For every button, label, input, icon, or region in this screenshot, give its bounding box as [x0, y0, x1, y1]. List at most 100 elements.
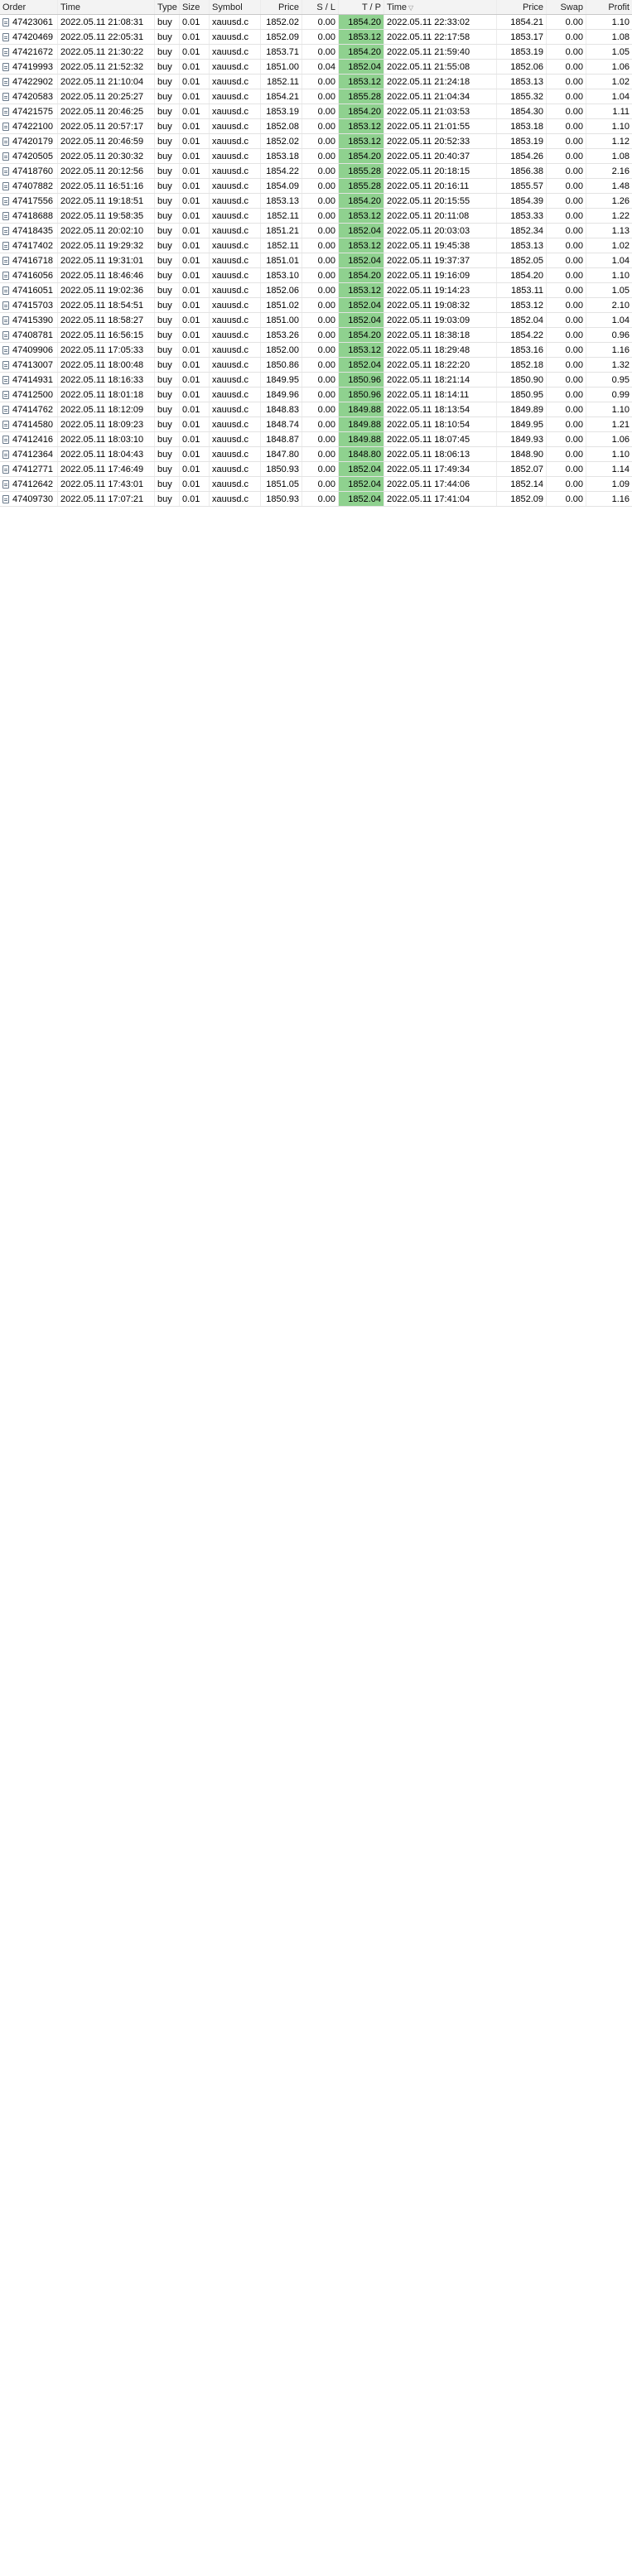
price-cell: 1850.93 [261, 462, 302, 476]
order-cell-value: 47413007 [12, 359, 53, 370]
table-row[interactable]: 47418688 2022.05.11 19:58:35 buy 0.01 xauusd… [0, 209, 632, 224]
close-time-cell: 2022.05.11 20:15:55 [384, 194, 497, 208]
table-row[interactable]: 47412771 2022.05.11 17:46:49 buy 0.01 xauusd… [0, 462, 632, 477]
swap-cell: 0.00 [547, 417, 586, 431]
column-header-close-price[interactable]: Price [497, 0, 547, 14]
table-row[interactable]: 47420179 2022.05.11 20:46:59 buy 0.01 xauusd… [0, 134, 632, 149]
column-header-type[interactable]: Type [155, 0, 180, 14]
close-price-cell: 1850.90 [497, 373, 547, 387]
table-row[interactable]: 47421672 2022.05.11 21:30:22 buy 0.01 xauusd… [0, 45, 632, 60]
open-time-cell: 2022.05.11 19:29:32 [58, 238, 155, 253]
table-row[interactable]: 47414931 2022.05.11 18:16:33 buy 0.01 xauusd… [0, 373, 632, 388]
open-time-cell-value: 2022.05.11 18:16:33 [60, 375, 144, 385]
swap-cell-value: 0.00 [565, 226, 583, 236]
table-row[interactable]: 47416718 2022.05.11 19:31:01 buy 0.01 xauusd… [0, 253, 632, 268]
table-row[interactable]: 47419993 2022.05.11 21:52:32 buy 0.01 xauusd… [0, 60, 632, 75]
sl-cell: 0.00 [302, 328, 339, 342]
size-cell-value: 0.01 [182, 286, 200, 296]
table-row[interactable]: 47422902 2022.05.11 21:10:04 buy 0.01 xauusd… [0, 75, 632, 89]
table-row[interactable]: 47415390 2022.05.11 18:58:27 buy 0.01 xauusd… [0, 313, 632, 328]
column-header-price[interactable]: Price [261, 0, 302, 14]
type-cell: buy [155, 492, 180, 506]
table-row[interactable]: 47412416 2022.05.11 18:03:10 buy 0.01 xauusd… [0, 432, 632, 447]
tp-cell-value: 1852.04 [348, 315, 381, 325]
column-header-size[interactable]: Size [180, 0, 210, 14]
size-cell: 0.01 [180, 313, 210, 327]
close-price-cell: 1854.22 [497, 328, 547, 342]
column-header-symbol[interactable]: Symbol [210, 0, 261, 14]
symbol-cell: xauusd.c [210, 432, 261, 446]
order-cell-value: 47415390 [12, 315, 53, 325]
column-header-profit[interactable]: Profit [586, 0, 632, 14]
column-header-tp[interactable]: T / P [339, 0, 384, 14]
table-row[interactable]: 47414580 2022.05.11 18:09:23 buy 0.01 xauusd… [0, 417, 632, 432]
table-row[interactable]: 47416051 2022.05.11 19:02:36 buy 0.01 xauusd… [0, 283, 632, 298]
table-row[interactable]: 47418435 2022.05.11 20:02:10 buy 0.01 xauusd… [0, 224, 632, 238]
order-cell-value: 47417556 [12, 195, 53, 206]
size-cell: 0.01 [180, 104, 210, 118]
profit-cell: 1.14 [586, 462, 632, 476]
table-row[interactable]: 47417402 2022.05.11 19:29:32 buy 0.01 xauusd… [0, 238, 632, 253]
open-time-cell: 2022.05.11 17:07:21 [58, 492, 155, 506]
open-time-cell-value: 2022.05.11 20:02:10 [60, 226, 144, 236]
column-header-sl[interactable]: S / L [302, 0, 339, 14]
open-time-cell: 2022.05.11 21:10:04 [58, 75, 155, 89]
close-time-cell: 2022.05.11 18:07:45 [384, 432, 497, 446]
column-header-open-time[interactable]: Time [58, 0, 155, 14]
table-row[interactable]: 47421575 2022.05.11 20:46:25 buy 0.01 xauusd… [0, 104, 632, 119]
price-cell-value: 1848.83 [266, 405, 299, 415]
table-row[interactable]: 47412500 2022.05.11 18:01:18 buy 0.01 xauusd… [0, 388, 632, 402]
sl-cell-value: 0.00 [317, 32, 335, 42]
order-doc-icon [2, 62, 9, 71]
size-cell: 0.01 [180, 462, 210, 476]
open-time-cell: 2022.05.11 20:30:32 [58, 149, 155, 163]
type-cell: buy [155, 253, 180, 267]
symbol-cell: xauusd.c [210, 328, 261, 342]
order-cell: 47414580 [0, 417, 58, 431]
table-row[interactable]: 47416056 2022.05.11 18:46:46 buy 0.01 xauusd… [0, 268, 632, 283]
column-header-close-time[interactable]: Time ▽ [384, 0, 497, 14]
table-row[interactable]: 47407882 2022.05.11 16:51:16 buy 0.01 xauusd… [0, 179, 632, 194]
table-row[interactable]: 47412642 2022.05.11 17:43:01 buy 0.01 xauusd… [0, 477, 632, 492]
type-cell: buy [155, 402, 180, 416]
swap-cell: 0.00 [547, 224, 586, 238]
table-row[interactable]: 47420583 2022.05.11 20:25:27 buy 0.01 xauusd… [0, 89, 632, 104]
sl-cell-value: 0.00 [317, 360, 335, 370]
column-header-swap[interactable]: Swap [547, 0, 586, 14]
price-cell: 1851.00 [261, 313, 302, 327]
swap-cell-value: 0.00 [565, 47, 583, 57]
sl-cell: 0.00 [302, 462, 339, 476]
tp-cell-value: 1853.12 [348, 137, 381, 147]
open-time-cell: 2022.05.11 18:09:23 [58, 417, 155, 431]
table-row[interactable]: 47412364 2022.05.11 18:04:43 buy 0.01 xauusd… [0, 447, 632, 462]
open-time-cell: 2022.05.11 17:46:49 [58, 462, 155, 476]
column-header-order[interactable]: Order [0, 0, 58, 14]
table-row[interactable]: 47408781 2022.05.11 16:56:15 buy 0.01 xauusd… [0, 328, 632, 343]
symbol-cell: xauusd.c [210, 75, 261, 89]
table-row[interactable]: 47409730 2022.05.11 17:07:21 buy 0.01 xauusd… [0, 492, 632, 507]
table-row[interactable]: 47418760 2022.05.11 20:12:56 buy 0.01 xauusd… [0, 164, 632, 179]
table-row[interactable]: 47417556 2022.05.11 19:18:51 buy 0.01 xauusd… [0, 194, 632, 209]
close-time-cell-value: 2022.05.11 21:24:18 [387, 77, 470, 87]
price-cell-value: 1851.02 [266, 301, 299, 311]
table-row[interactable]: 47423061 2022.05.11 21:08:31 buy 0.01 xauusd… [0, 15, 632, 30]
profit-cell-value: 1.08 [611, 32, 630, 42]
table-row[interactable]: 47415703 2022.05.11 18:54:51 buy 0.01 xauusd… [0, 298, 632, 313]
table-row[interactable]: 47414762 2022.05.11 18:12:09 buy 0.01 xauusd… [0, 402, 632, 417]
sl-cell-value: 0.00 [317, 152, 335, 161]
size-cell-value: 0.01 [182, 360, 200, 370]
size-cell: 0.01 [180, 194, 210, 208]
table-row[interactable]: 47420505 2022.05.11 20:30:32 buy 0.01 xauusd… [0, 149, 632, 164]
table-row[interactable]: 47409906 2022.05.11 17:05:33 buy 0.01 xauusd… [0, 343, 632, 358]
column-header-tp-label: T / P [361, 2, 381, 12]
type-cell: buy [155, 194, 180, 208]
table-row[interactable]: 47413007 2022.05.11 18:00:48 buy 0.01 xauusd… [0, 358, 632, 373]
symbol-cell: xauusd.c [210, 15, 261, 29]
table-row[interactable]: 47420469 2022.05.11 22:05:31 buy 0.01 xauusd… [0, 30, 632, 45]
open-time-cell: 2022.05.11 18:12:09 [58, 402, 155, 416]
order-cell: 47414931 [0, 373, 58, 387]
profit-cell: 1.32 [586, 358, 632, 372]
table-row[interactable]: 47422100 2022.05.11 20:57:17 buy 0.01 xauusd… [0, 119, 632, 134]
order-cell: 47422902 [0, 75, 58, 89]
order-cell-value: 47407882 [12, 181, 53, 191]
